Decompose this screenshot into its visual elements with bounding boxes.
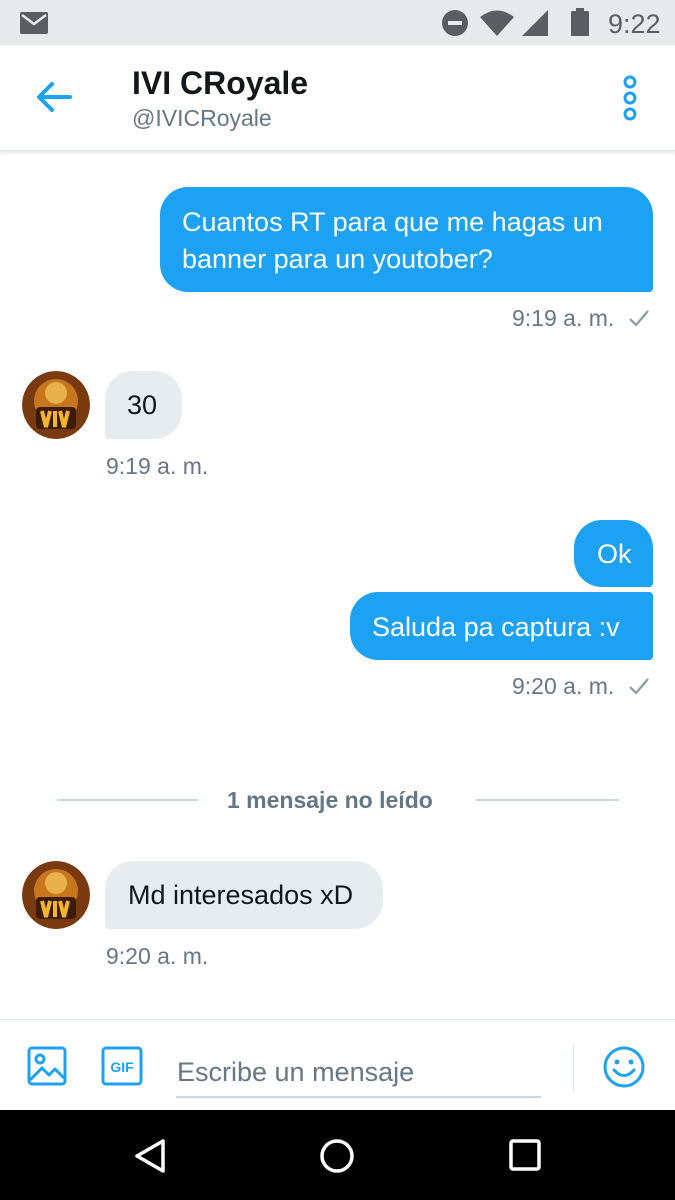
message-timestamp: 9:20 a. m. bbox=[512, 673, 615, 699]
message-timestamp: 9:19 a. m. bbox=[106, 453, 209, 479]
gif-icon[interactable]: GIF bbox=[101, 1046, 143, 1086]
nav-recents-icon[interactable] bbox=[508, 1138, 542, 1172]
emoji-icon[interactable] bbox=[602, 1045, 646, 1089]
conversation-handle: @IVICRoyale bbox=[132, 105, 272, 131]
divider bbox=[476, 799, 619, 801]
avatar[interactable] bbox=[22, 371, 90, 439]
outgoing-message[interactable]: Ok bbox=[574, 520, 653, 587]
unread-divider-label: 1 mensaje no leído bbox=[227, 787, 433, 813]
mail-icon bbox=[20, 12, 48, 34]
nav-back-icon[interactable] bbox=[133, 1138, 169, 1174]
incoming-message[interactable]: 30 bbox=[105, 371, 182, 439]
message-composer: GIF bbox=[0, 1019, 675, 1110]
message-input[interactable] bbox=[176, 1040, 541, 1098]
conversation-title[interactable]: IVI CRoyale bbox=[132, 65, 308, 102]
conversation-header: IVI CRoyale @IVICRoyale bbox=[0, 45, 675, 151]
avatar[interactable] bbox=[22, 861, 90, 929]
message-timestamp: 9:19 a. m. bbox=[512, 305, 615, 331]
nav-home-icon[interactable] bbox=[319, 1138, 355, 1174]
do-not-disturb-icon bbox=[442, 10, 468, 36]
wifi-icon bbox=[480, 10, 514, 36]
system-nav-bar bbox=[0, 1110, 675, 1200]
battery-icon bbox=[571, 8, 589, 36]
outgoing-message[interactable]: Saluda pa captura :v bbox=[350, 592, 653, 660]
avatar-image bbox=[22, 371, 90, 439]
status-bar: 9:22 bbox=[0, 0, 675, 45]
image-icon[interactable] bbox=[27, 1046, 67, 1086]
divider bbox=[57, 799, 198, 801]
message-timestamp: 9:20 a. m. bbox=[106, 943, 209, 969]
status-time: 9:22 bbox=[608, 9, 661, 39]
composer-separator bbox=[573, 1044, 574, 1092]
more-vertical-icon[interactable] bbox=[616, 75, 644, 121]
gif-label: GIF bbox=[110, 1059, 134, 1075]
back-arrow-icon[interactable] bbox=[34, 79, 74, 115]
check-icon bbox=[629, 678, 649, 695]
check-icon bbox=[629, 310, 649, 327]
outgoing-message[interactable]: Cuantos RT para que me hagas un banner p… bbox=[160, 187, 653, 292]
incoming-message[interactable]: Md interesados xD bbox=[105, 861, 383, 929]
signal-icon bbox=[522, 10, 548, 36]
avatar-image bbox=[22, 861, 90, 929]
